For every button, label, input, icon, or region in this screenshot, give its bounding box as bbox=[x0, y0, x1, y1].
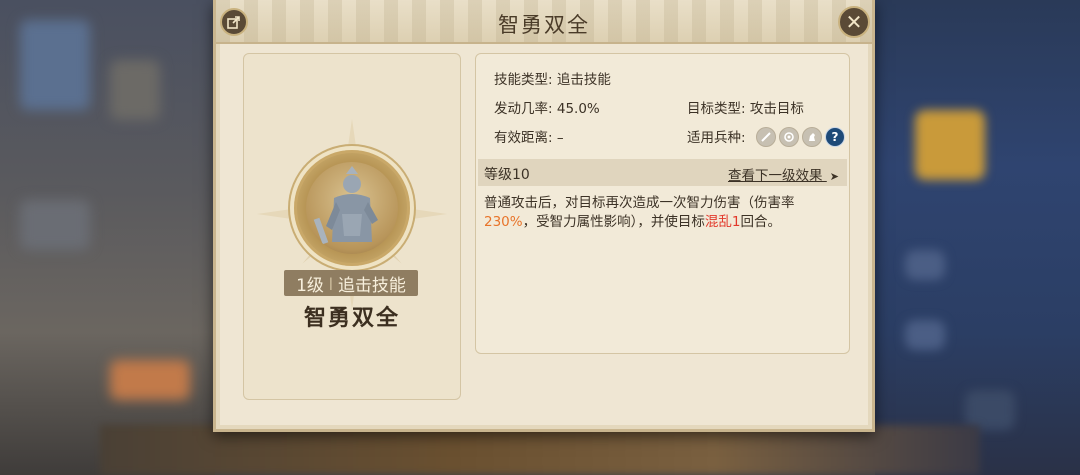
horse-icon[interactable] bbox=[802, 127, 822, 147]
troop-type-icons: ? bbox=[756, 127, 845, 147]
dialog-title: 智勇双全 bbox=[498, 13, 590, 37]
skill-type-row: 技能类型: 追击技能 bbox=[494, 68, 611, 88]
target-type-row: 目标类型: 攻击目标 bbox=[687, 97, 804, 117]
skill-description: 普通攻击后，对目标再次造成一次智力伤害（伤害率 230%，受智力属性影响），并使… bbox=[484, 194, 844, 232]
arrow-right-icon: ➤ bbox=[829, 170, 839, 183]
skill-level-label: 等级10 bbox=[484, 167, 530, 183]
general-figure bbox=[306, 162, 398, 254]
background-right bbox=[875, 0, 1080, 475]
range-label: 有效距离: bbox=[494, 130, 553, 146]
skill-info-panel: 技能类型: 追击技能 发动几率: 45.0% 目标类型: 攻击目标 有效距离: … bbox=[475, 53, 850, 354]
description-part2: ，受智力属性影响），并使目标 bbox=[522, 214, 705, 230]
troop-type-row: 适用兵种: bbox=[687, 126, 746, 146]
level-bar: 等级10 查看下一级效果 ➤ bbox=[478, 159, 847, 186]
background-shape bbox=[110, 60, 160, 120]
background-shape bbox=[915, 110, 985, 180]
background-left bbox=[0, 0, 215, 475]
description-part3: 回合。 bbox=[740, 214, 781, 230]
trigger-rate-row: 发动几率: 45.0% bbox=[494, 97, 600, 117]
tag-separator: | bbox=[328, 276, 333, 290]
background-shape bbox=[20, 200, 90, 250]
skill-level: 1级 bbox=[296, 275, 324, 296]
sword-icon[interactable] bbox=[756, 127, 776, 147]
damage-rate-value: 230% bbox=[484, 214, 523, 230]
range-value: – bbox=[556, 130, 564, 146]
skill-level-type-tag: 1级 | 追击技能 bbox=[284, 270, 418, 296]
skill-detail-dialog: 智勇双全 ✕ 1级 | 追击技能 智勇双全 技能类型: 追击技能 发动几率: 4… bbox=[213, 0, 875, 432]
trigger-rate-value: 45.0% bbox=[556, 101, 600, 117]
target-type-value: 攻击目标 bbox=[749, 101, 804, 117]
next-level-effect-link[interactable]: 查看下一级效果 ➤ bbox=[728, 164, 839, 184]
bow-icon[interactable] bbox=[779, 127, 799, 147]
next-level-effect-text: 查看下一级效果 bbox=[727, 168, 823, 184]
close-button[interactable]: ✕ bbox=[838, 6, 870, 38]
question-icon[interactable]: ? bbox=[825, 127, 845, 147]
description-part1: 普通攻击后，对目标再次造成一次智力伤害（伤害率 bbox=[484, 195, 795, 211]
background-shape bbox=[20, 20, 90, 110]
skill-portrait bbox=[294, 150, 410, 266]
status-effect-confusion: 混乱1 bbox=[704, 214, 741, 230]
trigger-rate-label: 发动几率: bbox=[494, 101, 553, 117]
skill-name: 智勇双全 bbox=[303, 306, 400, 331]
background-shape bbox=[110, 360, 190, 400]
skill-type-value: 追击技能 bbox=[556, 72, 611, 88]
background-bottom bbox=[100, 425, 980, 475]
skill-portrait-panel: 1级 | 追击技能 智勇双全 bbox=[243, 53, 461, 400]
target-type-label: 目标类型: bbox=[687, 101, 746, 117]
range-row: 有效距离: – bbox=[494, 126, 564, 146]
dialog-titlebar: 智勇双全 ✕ bbox=[216, 0, 872, 44]
troop-type-label: 适用兵种: bbox=[687, 130, 746, 146]
background-shape bbox=[965, 390, 1015, 430]
skill-type-tag: 追击技能 bbox=[337, 275, 406, 296]
skill-type-label: 技能类型: bbox=[494, 72, 553, 88]
close-icon: ✕ bbox=[845, 10, 863, 34]
background-shape bbox=[905, 320, 945, 350]
background-shape bbox=[905, 250, 945, 280]
